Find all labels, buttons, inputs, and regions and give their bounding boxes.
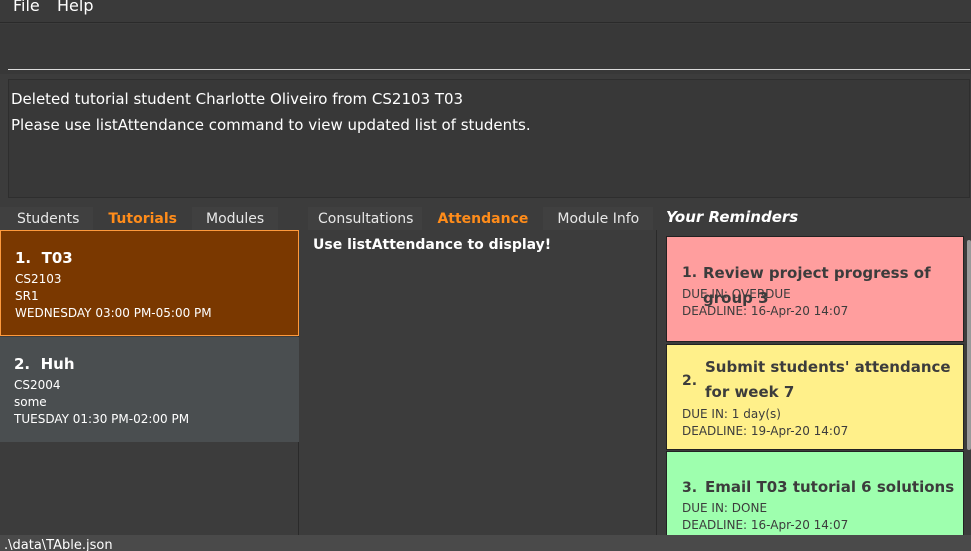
reminder-scrollbar[interactable] xyxy=(967,240,971,450)
tutorial-venue: SR1 xyxy=(15,289,39,303)
command-box xyxy=(0,24,971,74)
menu-bar: File Help xyxy=(0,0,971,23)
left-tab-bar: Students Tutorials Modules xyxy=(0,206,299,230)
tutorial-module: CS2103 xyxy=(15,272,62,286)
attendance-message: Use listAttendance to display! xyxy=(313,237,552,253)
tutorial-index: 2. xyxy=(14,355,31,373)
tab-consultations[interactable]: Consultations xyxy=(308,207,423,230)
tab-tutorials[interactable]: Tutorials xyxy=(94,207,191,230)
command-input[interactable] xyxy=(8,26,970,70)
tab-module-info[interactable]: Module Info xyxy=(543,207,654,230)
reminder-index: 3. xyxy=(682,480,698,496)
reminder-due: DUE IN: OVERDUE xyxy=(682,287,791,301)
reminder-due: DUE IN: 1 day(s) xyxy=(682,407,781,421)
middle-tab-bar: Consultations Attendance Module Info xyxy=(308,206,657,230)
result-line-2: Please use listAttendance command to vie… xyxy=(11,116,531,134)
reminder-due: DUE IN: DONE xyxy=(682,501,768,515)
tutorial-name: T03 xyxy=(41,249,73,267)
tutorial-list: 1. T03 CS2103 SR1 WEDNESDAY 03:00 PM-05:… xyxy=(0,230,299,535)
reminder-list[interactable]: 1. Review project progress of group 3 DU… xyxy=(666,236,966,536)
status-file-path: .\data\TAble.json xyxy=(4,538,113,551)
menu-help[interactable]: Help xyxy=(57,0,93,15)
reminder-deadline: DEADLINE: 16-Apr-20 14:07 xyxy=(682,304,849,318)
tutorial-card-selected[interactable]: 1. T03 CS2103 SR1 WEDNESDAY 03:00 PM-05:… xyxy=(0,230,299,336)
tutorial-module: CS2004 xyxy=(14,378,61,392)
reminder-description: Email T03 tutorial 6 solutions xyxy=(705,478,955,496)
reminder-card[interactable]: 1. Review project progress of group 3 DU… xyxy=(666,236,964,342)
reminder-deadline: DEADLINE: 16-Apr-20 14:07 xyxy=(682,518,849,532)
tutorial-title: 1. T03 xyxy=(15,249,284,267)
tutorial-name: Huh xyxy=(40,355,75,373)
tutorial-index: 1. xyxy=(15,249,32,267)
tutorial-venue: some xyxy=(14,395,47,409)
result-line-1: Deleted tutorial student Charlotte Olive… xyxy=(11,90,464,108)
reminder-card[interactable]: 2. Submit students' attendance for week … xyxy=(666,344,964,450)
reminder-index: 1. xyxy=(682,265,698,281)
menu-file[interactable]: File xyxy=(13,0,40,15)
tab-attendance[interactable]: Attendance xyxy=(423,207,543,230)
tab-modules[interactable]: Modules xyxy=(191,207,279,230)
tutorial-time: TUESDAY 01:30 PM-02:00 PM xyxy=(14,412,190,426)
reminder-card[interactable]: 3. Email T03 tutorial 6 solutions DUE IN… xyxy=(666,451,964,536)
reminder-index: 2. xyxy=(682,373,698,389)
result-display: Deleted tutorial student Charlotte Olive… xyxy=(8,79,970,198)
reminder-deadline: DEADLINE: 19-Apr-20 14:07 xyxy=(682,424,849,438)
reminder-description: Submit students' attendance for week 7 xyxy=(705,358,951,401)
reminders-title: Your Reminders xyxy=(666,208,799,226)
status-bar: .\data\TAble.json xyxy=(0,535,971,551)
tutorial-title: 2. Huh xyxy=(14,355,285,373)
attendance-panel: Use listAttendance to display! xyxy=(300,230,657,535)
tutorial-card[interactable]: 2. Huh CS2004 some TUESDAY 01:30 PM-02:0… xyxy=(0,337,299,442)
tab-students[interactable]: Students xyxy=(0,207,94,230)
tutorial-time: WEDNESDAY 03:00 PM-05:00 PM xyxy=(15,306,212,320)
